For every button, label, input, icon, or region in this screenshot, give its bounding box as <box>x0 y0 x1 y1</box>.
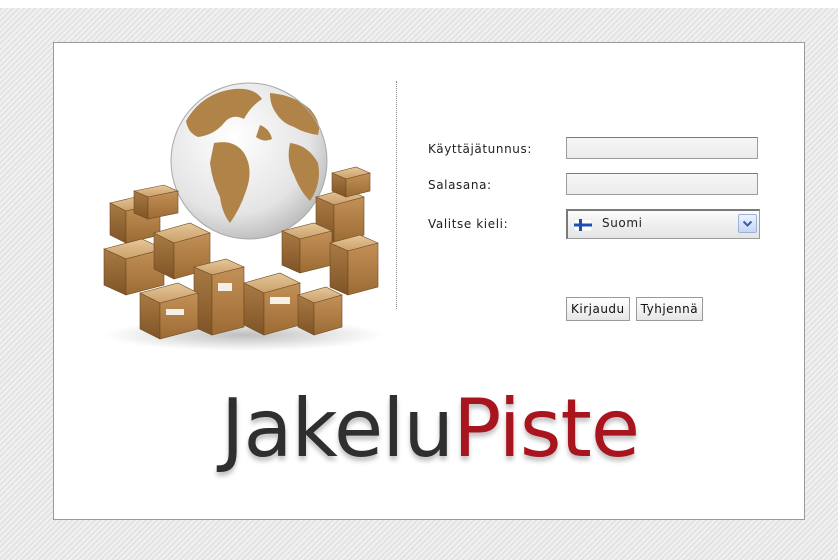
vertical-divider <box>396 81 397 309</box>
password-input[interactable] <box>566 173 758 195</box>
language-label: Valitse kieli: <box>428 217 509 231</box>
finland-flag-icon <box>574 219 592 231</box>
username-input[interactable] <box>566 137 758 159</box>
language-row: Valitse kieli: Suomi <box>428 209 788 239</box>
username-label: Käyttäjätunnus: <box>428 142 532 156</box>
language-select[interactable]: Suomi <box>566 209 760 239</box>
username-row: Käyttäjätunnus: <box>428 137 788 161</box>
brand-name-part-1: Jakelu <box>220 382 454 475</box>
clear-button[interactable]: Tyhjennä <box>635 297 704 321</box>
language-selected-value: Suomi <box>602 216 643 230</box>
chevron-down-icon <box>742 220 753 227</box>
globe-icon <box>170 82 328 240</box>
form-buttons: Kirjaudu Tyhjennä <box>566 297 709 321</box>
login-button[interactable]: Kirjaudu <box>566 297 630 321</box>
brand-name-part-2: Piste <box>453 382 640 475</box>
brand-logo: JakeluPiste <box>54 381 806 477</box>
language-dropdown-button[interactable] <box>738 214 757 233</box>
login-card: Käyttäjätunnus: Salasana: Valitse kieli:… <box>53 42 805 520</box>
top-strip <box>0 0 838 8</box>
globe-with-packages-illustration <box>103 82 384 351</box>
password-row: Salasana: <box>428 173 788 197</box>
password-label: Salasana: <box>428 178 492 192</box>
